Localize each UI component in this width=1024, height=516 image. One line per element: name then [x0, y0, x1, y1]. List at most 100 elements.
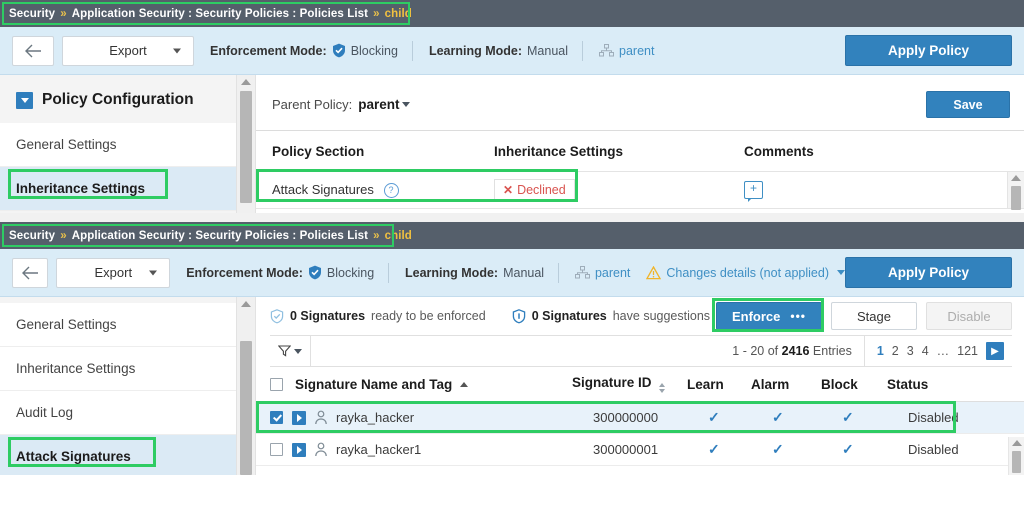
warning-triangle-icon: [646, 265, 662, 279]
check-icon: ✓: [842, 409, 854, 425]
column-header-block: Block: [821, 376, 858, 392]
scrollbar-thumb[interactable]: [240, 91, 252, 203]
learn-cell: ✓: [708, 409, 772, 426]
breadcrumb-path[interactable]: Application Security : Security Policies…: [72, 8, 368, 20]
enforce-more-options-icon[interactable]: •••: [790, 309, 806, 323]
breadcrumb[interactable]: Security » Application Security : Securi…: [0, 8, 412, 20]
sidebar-scrollbar-1[interactable]: [236, 75, 256, 213]
scroll-up-arrow-icon[interactable]: [241, 301, 251, 307]
column-header-alarm: Alarm: [751, 376, 790, 392]
table-row[interactable]: Attack Signatures ? ✕ Declined +: [256, 169, 1024, 210]
sidebar-item-label: Audit Log: [16, 405, 74, 420]
filter-pagination-row: 1 - 20 of 2416 Entries 1 2 3 4 … 121 ▶: [270, 335, 1012, 367]
back-button[interactable]: [12, 35, 54, 66]
block-cell: ✓: [842, 441, 908, 458]
save-button[interactable]: Save: [926, 91, 1010, 118]
scroll-up-arrow-icon[interactable]: [1011, 175, 1021, 181]
sidebar-item-audit-log[interactable]: Audit Log: [0, 391, 236, 435]
breadcrumb-root[interactable]: Security: [9, 230, 55, 242]
page-title: Policy Configuration: [42, 91, 194, 108]
add-comment-icon[interactable]: +: [744, 181, 763, 202]
column-header-signature-name[interactable]: Signature Name and Tag: [295, 377, 572, 392]
next-page-button[interactable]: ▶: [986, 342, 1004, 360]
table-scrollbar[interactable]: [1007, 172, 1024, 210]
export-button[interactable]: Export: [62, 35, 194, 66]
expand-arrow-icon[interactable]: [292, 442, 306, 457]
scroll-up-arrow-icon[interactable]: [1011, 440, 1022, 446]
filter-button[interactable]: [270, 336, 311, 366]
chevron-down-icon[interactable]: [837, 270, 845, 275]
chevron-down-icon[interactable]: [294, 348, 302, 354]
policy-configuration-header[interactable]: Policy Configuration: [0, 75, 236, 123]
toolbar-divider-2: [582, 40, 583, 61]
sidebar-item-general-settings[interactable]: General Settings: [0, 303, 236, 347]
entries-prefix: 1 - 20 of: [732, 344, 779, 358]
breadcrumb[interactable]: Security » Application Security : Securi…: [0, 230, 412, 242]
scrollbar-thumb[interactable]: [1011, 186, 1021, 210]
parent-policy-link[interactable]: parent: [619, 44, 654, 58]
apply-policy-button[interactable]: Apply Policy: [845, 257, 1012, 288]
parent-policy-label: Parent Policy:: [272, 97, 353, 112]
enforce-button[interactable]: Enforce •••: [716, 302, 822, 330]
back-button[interactable]: [12, 257, 49, 288]
column-header-signature-id[interactable]: Signature ID: [572, 375, 687, 393]
breadcrumb-leaf[interactable]: child: [385, 230, 412, 242]
page-link-1[interactable]: 1: [877, 344, 884, 358]
enforcement-mode-group: Enforcement Mode: Blocking: [186, 265, 374, 280]
signatures-scrollbar[interactable]: [1008, 437, 1024, 475]
parent-policy-link[interactable]: parent: [595, 266, 630, 280]
breadcrumb-separator-icon-2: »: [373, 7, 380, 20]
table-row[interactable]: rayka_hacker 300000000 ✓ ✓ ✓ Disabled: [256, 401, 1024, 434]
page-link-3[interactable]: 3: [907, 344, 914, 358]
scrollbar-thumb[interactable]: [240, 341, 252, 475]
scrollbar-thumb[interactable]: [1012, 451, 1021, 473]
chevron-down-icon[interactable]: [402, 102, 411, 107]
changes-details-link[interactable]: Changes details (not applied): [666, 266, 829, 280]
sidebar-scrollbar-2[interactable]: [236, 297, 256, 475]
row-checkbox[interactable]: [270, 443, 283, 456]
breadcrumb-root[interactable]: Security: [9, 8, 55, 20]
parent-policy-group[interactable]: parent: [574, 266, 630, 280]
sidebar-item-general-settings[interactable]: General Settings: [0, 123, 236, 167]
changes-details-group[interactable]: Changes details (not applied): [646, 265, 845, 280]
breadcrumb-leaf[interactable]: child: [385, 8, 412, 20]
apply-policy-button[interactable]: Apply Policy: [845, 35, 1012, 66]
breadcrumb-separator-icon: »: [60, 7, 67, 20]
status-cell: Disabled: [908, 442, 959, 457]
column-header-learn: Learn: [687, 376, 724, 392]
page-link-last[interactable]: 121: [957, 344, 978, 358]
toolbar-divider-2: [558, 262, 559, 283]
sidebar-item-inheritance-settings[interactable]: Inheritance Settings: [0, 167, 236, 211]
select-all-checkbox[interactable]: [270, 377, 283, 391]
parent-policy-group[interactable]: parent: [599, 44, 654, 58]
row-checkbox[interactable]: [270, 411, 283, 424]
question-mark-icon[interactable]: ?: [383, 183, 399, 199]
signature-name-cell: rayka_hacker: [336, 410, 415, 425]
enforcement-mode-label: Enforcement Mode:: [186, 265, 303, 280]
expand-arrow-icon[interactable]: [292, 410, 306, 425]
page-link-4[interactable]: 4: [922, 344, 929, 358]
export-button[interactable]: Export: [56, 257, 171, 288]
stage-button[interactable]: Stage: [831, 302, 917, 330]
parent-policy-row: Parent Policy: parent Save: [256, 75, 1024, 130]
enforcement-mode-value: Blocking: [350, 43, 398, 58]
status-badge[interactable]: ✕ Declined: [494, 178, 575, 202]
policy-section-cell: Attack Signatures ?: [272, 182, 494, 199]
breadcrumb-separator-icon: »: [60, 229, 67, 242]
apply-policy-label: Apply Policy: [887, 265, 970, 280]
shield-check-icon: [308, 265, 321, 280]
inheritance-status-cell[interactable]: ✕ Declined: [494, 178, 744, 202]
scroll-up-arrow-icon[interactable]: [241, 79, 251, 85]
sidebar-item-attack-signatures[interactable]: Attack Signatures: [0, 435, 236, 475]
sort-ascending-icon[interactable]: [460, 381, 469, 387]
column-header-status: Status: [887, 376, 929, 392]
table-row[interactable]: rayka_hacker1 300000001 ✓ ✓ ✓ Disabled: [256, 434, 1024, 466]
parent-policy-value[interactable]: parent: [358, 97, 399, 112]
panel-1-body: Policy Configuration General Settings In…: [0, 75, 1024, 213]
collapse-toggle-icon[interactable]: [16, 91, 33, 109]
breadcrumb-path[interactable]: Application Security : Security Policies…: [72, 230, 368, 242]
shield-info-icon: [512, 308, 525, 323]
sort-icon[interactable]: [659, 383, 666, 393]
sidebar-item-inheritance-settings[interactable]: Inheritance Settings: [0, 347, 236, 391]
page-link-2[interactable]: 2: [892, 344, 899, 358]
